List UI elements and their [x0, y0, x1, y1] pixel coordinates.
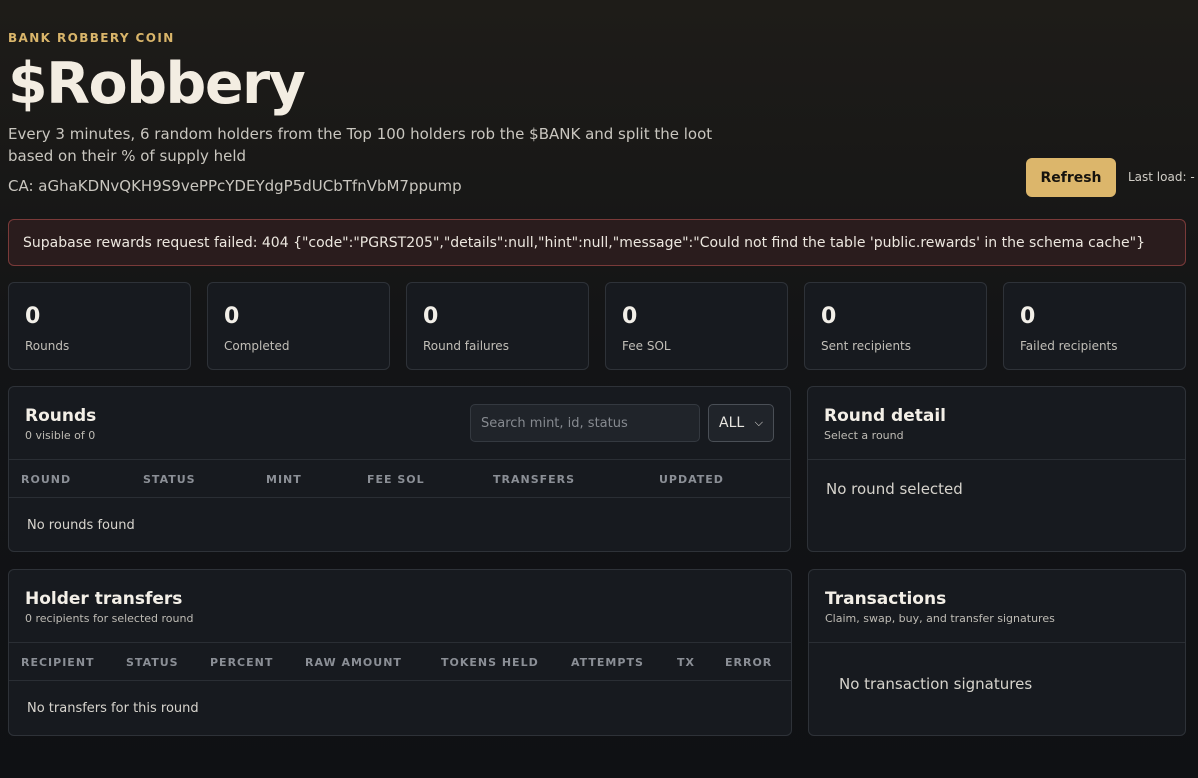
stat-rounds: 0 Rounds	[8, 282, 191, 370]
col-tokens-held[interactable]: TOKENS HELD	[441, 656, 539, 669]
col-tx[interactable]: TX	[677, 656, 695, 669]
holder-transfers-panel: Holder transfers 0 recipients for select…	[8, 569, 792, 736]
col-error[interactable]: ERROR	[725, 656, 772, 669]
rounds-search-input[interactable]	[470, 404, 700, 442]
status-filter-select[interactable]: ALL ⌵	[708, 404, 774, 442]
stat-value: 0	[622, 304, 638, 329]
transfers-subtitle: 0 recipients for selected round	[25, 612, 194, 625]
col-status[interactable]: STATUS	[126, 656, 179, 669]
round-detail-title: Round detail	[824, 406, 947, 426]
stat-label: Failed recipients	[1020, 339, 1118, 353]
brand-eyebrow: BANK ROBBERY COIN	[8, 31, 175, 45]
round-detail-subtitle: Select a round	[824, 429, 904, 442]
transfers-title: Holder transfers	[25, 589, 183, 609]
stat-value: 0	[821, 304, 837, 329]
col-round[interactable]: ROUND	[21, 473, 71, 486]
transactions-subtitle: Claim, swap, buy, and transfer signature…	[825, 612, 1055, 625]
stat-sent-recipients: 0 Sent recipients	[804, 282, 987, 370]
rounds-table-header: ROUND STATUS MINT FEE SOL TRANSFERS UPDA…	[9, 460, 790, 498]
col-mint[interactable]: MINT	[266, 473, 302, 486]
col-percent[interactable]: PERCENT	[210, 656, 273, 669]
col-transfers[interactable]: TRANSFERS	[493, 473, 575, 486]
last-load-status: Last load: -	[1128, 170, 1195, 184]
stat-label: Round failures	[423, 339, 509, 353]
round-detail-empty-state: No round selected	[826, 480, 963, 498]
stat-label: Fee SOL	[622, 339, 671, 353]
stat-label: Completed	[224, 339, 290, 353]
page-title: $Robbery	[8, 51, 306, 117]
stat-value: 0	[25, 304, 41, 329]
stat-completed: 0 Completed	[207, 282, 390, 370]
transfers-header: Holder transfers 0 recipients for select…	[9, 570, 791, 643]
stat-failed-recipients: 0 Failed recipients	[1003, 282, 1186, 370]
round-detail-panel: Round detail Select a round No round sel…	[807, 386, 1186, 552]
transactions-empty-state: No transaction signatures	[839, 675, 1033, 693]
transactions-panel: Transactions Claim, swap, buy, and trans…	[808, 569, 1186, 736]
stat-value: 0	[224, 304, 240, 329]
transactions-header: Transactions Claim, swap, buy, and trans…	[809, 570, 1185, 643]
transfers-table-header: RECIPIENT STATUS PERCENT RAW AMOUNT TOKE…	[9, 643, 791, 681]
round-detail-header: Round detail Select a round	[808, 387, 1185, 460]
col-attempts[interactable]: ATTEMPTS	[571, 656, 644, 669]
col-raw-amount[interactable]: RAW AMOUNT	[305, 656, 402, 669]
stat-round-failures: 0 Round failures	[406, 282, 589, 370]
transactions-title: Transactions	[825, 589, 947, 609]
contract-address: CA: aGhaKDNvQKH9S9vePPcYDEYdgP5dUCbTfnVb…	[8, 177, 462, 195]
stat-value: 0	[1020, 304, 1036, 329]
col-updated[interactable]: UPDATED	[659, 473, 724, 486]
stat-fee-sol: 0 Fee SOL	[605, 282, 788, 370]
col-status[interactable]: STATUS	[143, 473, 196, 486]
chevron-down-icon: ⌵	[754, 416, 763, 429]
tagline: Every 3 minutes, 6 random holders from t…	[8, 125, 713, 165]
stat-label: Rounds	[25, 339, 70, 353]
col-fee-sol[interactable]: FEE SOL	[367, 473, 425, 486]
stat-label: Sent recipients	[821, 339, 912, 353]
error-banner: Supabase rewards request failed: 404 {"c…	[8, 219, 1186, 266]
rounds-header: Rounds 0 visible of 0 ALL ⌵	[9, 387, 790, 460]
rounds-panel: Rounds 0 visible of 0 ALL ⌵ ROUND STATUS…	[8, 386, 791, 552]
rounds-empty-state: No rounds found	[27, 518, 135, 533]
stat-value: 0	[423, 304, 439, 329]
col-recipient[interactable]: RECIPIENT	[21, 656, 95, 669]
status-filter-value: ALL	[719, 415, 745, 431]
transfers-empty-state: No transfers for this round	[27, 701, 199, 716]
refresh-button[interactable]: Refresh	[1026, 158, 1116, 197]
